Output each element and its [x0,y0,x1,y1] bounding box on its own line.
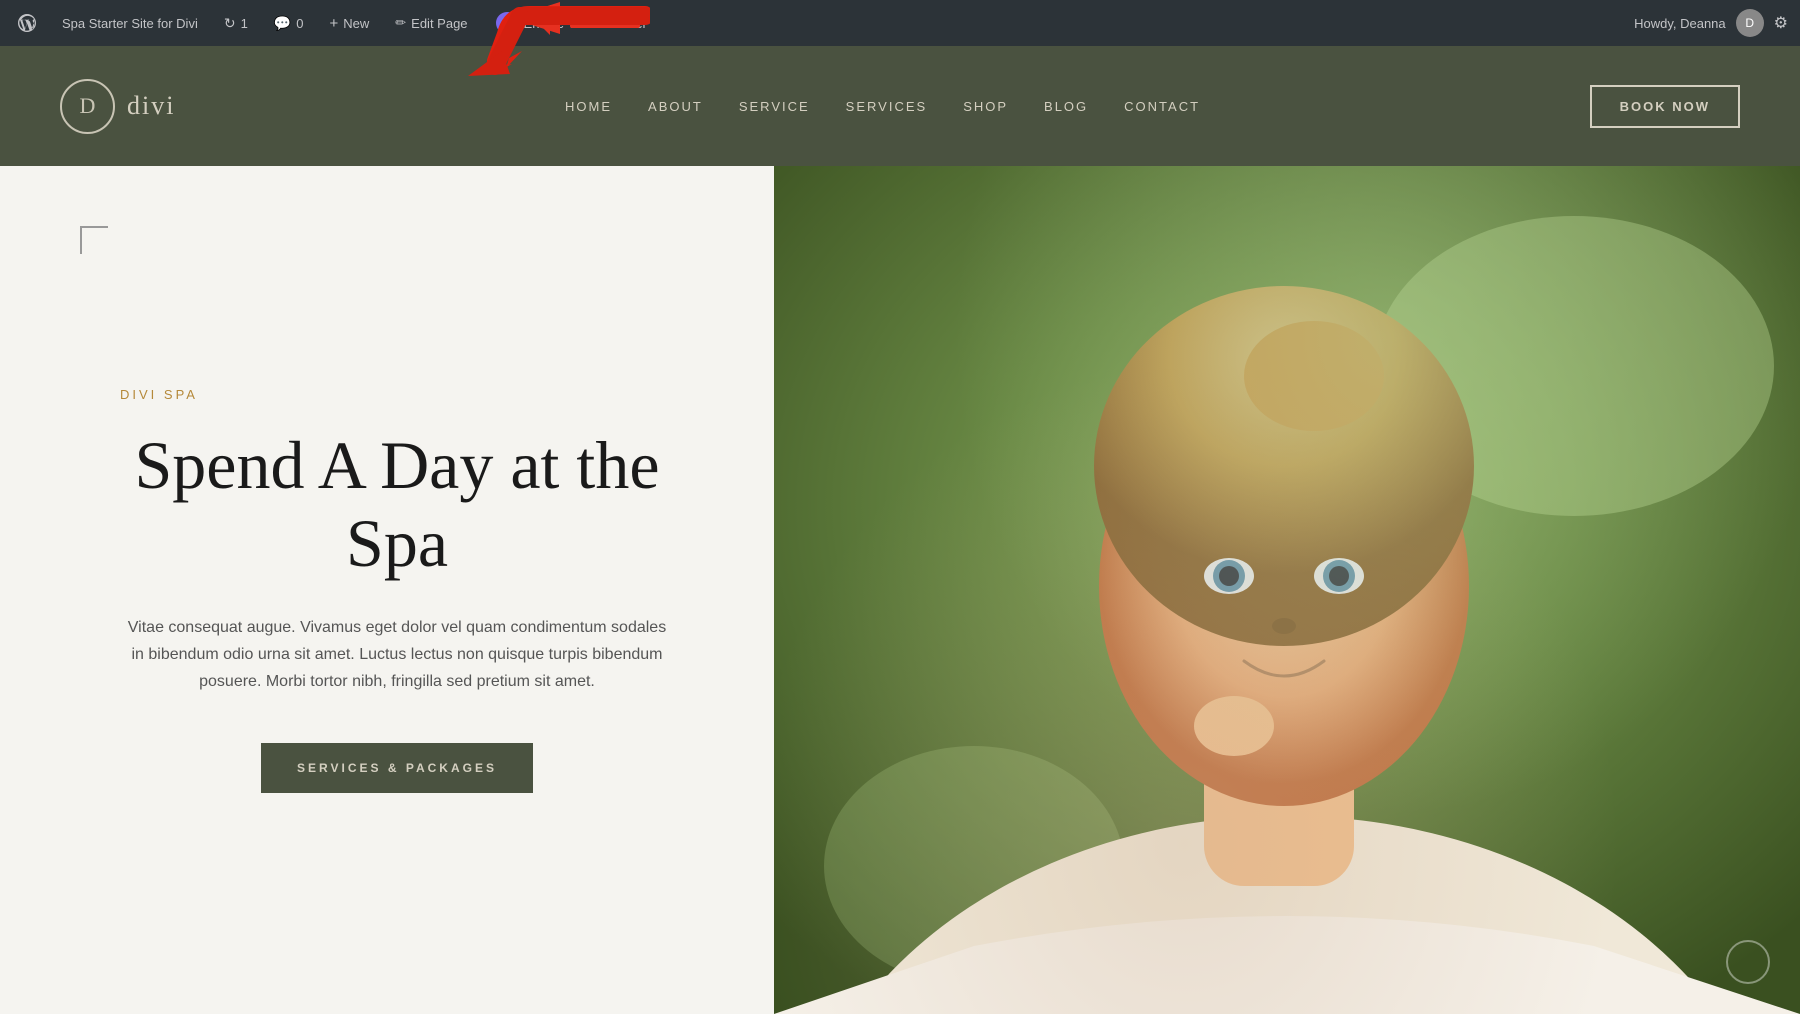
corner-bracket-decoration [80,226,108,254]
enable-vb-label: Enable Visual Builder [524,16,647,31]
nav-item-home[interactable]: HOME [565,99,612,114]
nav-item-about[interactable]: ABOUT [648,99,703,114]
hero-portrait-svg [774,166,1800,1014]
comments-count: 0 [296,16,303,31]
hero-image-panel [774,166,1800,1014]
nav-item-service[interactable]: SERVICE [739,99,810,114]
new-label: New [343,16,369,31]
main-navigation: HOME ABOUT SERVICE SERVICES SHOP BLOG CO… [565,99,1200,114]
pencil-icon: ✏ [395,15,406,31]
updates-icon: ↻ [224,15,236,32]
admin-bar-right: Howdy, Deanna D ⚙ [1634,9,1788,37]
comments-button[interactable]: 💬 0 [268,11,310,36]
logo-letter: D [80,93,96,119]
logo-circle-icon: D [60,79,115,134]
nav-item-services[interactable]: SERVICES [846,99,928,114]
site-header: D divi HOME ABOUT SERVICE SERVICES SHOP … [0,46,1800,166]
site-logo[interactable]: D divi [60,79,175,134]
admin-bar: Spa Starter Site for Divi ↻ 1 💬 0 + New … [0,0,1800,46]
nav-item-blog[interactable]: BLOG [1044,99,1088,114]
hero-content: DIVI SPA Spend A Day at the Spa Vitae co… [0,166,774,1014]
logo-text: divi [127,91,175,121]
services-packages-button[interactable]: SERVICES & PACKAGES [261,743,533,793]
plus-icon: + [329,15,338,32]
updates-count: 1 [241,16,248,31]
edit-label: Edit Page [411,16,467,31]
hero-body-text: Vitae consequat augue. Vivamus eget dolo… [120,614,674,696]
edit-page-button[interactable]: ✏ Edit Page [389,11,473,35]
divi-badge-icon: D [496,12,518,34]
site-name-button[interactable]: Spa Starter Site for Divi [56,12,204,35]
nav-item-shop[interactable]: SHOP [963,99,1008,114]
user-avatar[interactable]: D [1736,9,1764,37]
hero-section: DIVI SPA Spend A Day at the Spa Vitae co… [0,166,1800,1014]
screen-options-icon[interactable]: ⚙ [1774,13,1788,33]
hero-portrait-image [774,166,1800,1014]
wp-logo-button[interactable] [12,10,42,36]
updates-button[interactable]: ↻ 1 [218,11,254,36]
comments-icon: 💬 [274,15,291,32]
hero-title: Spend A Day at the Spa [120,426,674,582]
wp-logo-icon [18,14,36,32]
enable-visual-builder-button[interactable]: D Enable Visual Builder [488,8,655,38]
nav-item-contact[interactable]: CONTACT [1124,99,1200,114]
new-content-button[interactable]: + New [323,11,375,36]
book-now-button[interactable]: BOOK NOW [1590,85,1740,128]
hero-subtitle: DIVI SPA [120,387,674,402]
site-name-text: Spa Starter Site for Divi [62,16,198,31]
howdy-label: Howdy, Deanna [1634,16,1726,31]
